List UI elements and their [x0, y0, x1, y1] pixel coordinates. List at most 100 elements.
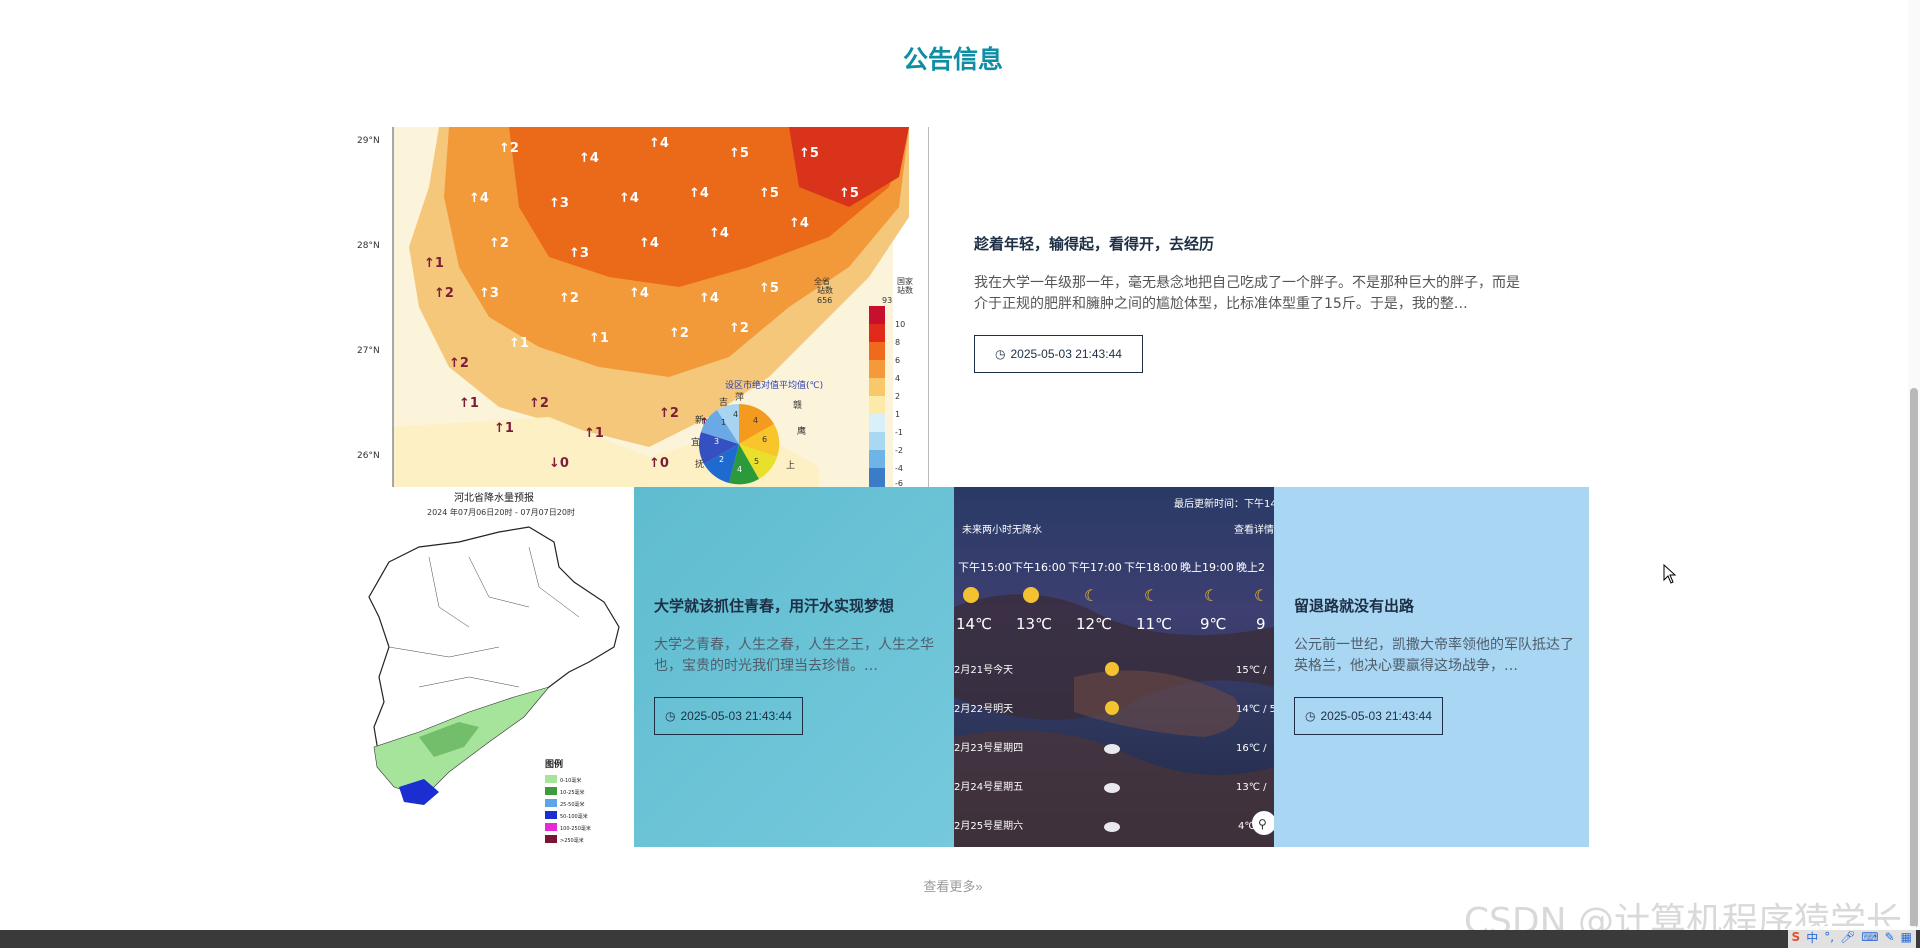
weather-photo-card[interactable]: 最后更新时间：下午14 未来两小时无降水 查看详情 下午15:00 下午16:0…	[954, 487, 1274, 847]
article-date: ◷ 2025-05-03 21:43:44	[1294, 697, 1443, 735]
svg-text:↑5: ↑5	[759, 281, 779, 296]
moon-icon: ☾	[1144, 586, 1158, 605]
svg-text:10-25毫米: 10-25毫米	[560, 789, 585, 796]
svg-text:↑2: ↑2	[449, 356, 469, 371]
precip-legend: 0-10毫米 10-25毫米 25-50毫米 50-100毫米 100-250毫…	[545, 775, 591, 844]
featured-image-temperature-map[interactable]: 29°N 28°N 27°N 26°N ↑2 ↑4 ↑4 ↑5 ↑5 ↑4 ↑3 ↑4 ↑4 ↑…	[349, 127, 929, 487]
svg-text:↑4: ↑4	[619, 191, 639, 206]
svg-text:↑4: ↑4	[689, 186, 709, 201]
city-label: 赣	[793, 399, 802, 411]
location-icon: ⚲	[1258, 817, 1267, 831]
lat-label: 28°N	[357, 241, 380, 251]
pie-value: 2	[719, 455, 724, 464]
svg-text:50-100毫米: 50-100毫米	[560, 813, 588, 820]
clock-icon: ◷	[1305, 709, 1316, 723]
svg-text:↑2: ↑2	[729, 321, 749, 336]
svg-text:↑5: ↑5	[839, 186, 859, 201]
svg-text:国家: 国家	[897, 276, 913, 286]
svg-text:↑1: ↑1	[459, 396, 479, 411]
weather-day: 2月23号星期四	[954, 742, 1023, 754]
city-label: 宜	[691, 436, 700, 448]
article-date: ◷ 2025-05-03 21:43:44	[974, 335, 1143, 373]
svg-text:站数: 站数	[897, 285, 913, 295]
svg-text:100-250毫米: 100-250毫米	[560, 825, 591, 832]
svg-text:>250毫米: >250毫米	[560, 837, 584, 844]
pie-value: 6	[762, 435, 767, 444]
weather-hour: 晚上19:00	[1180, 561, 1234, 574]
article-title[interactable]: 趁着年轻，输得起，看得开，去经历	[974, 233, 1529, 255]
svg-text:↑4: ↑4	[469, 191, 489, 206]
weather-temp: 13℃	[1016, 615, 1052, 633]
legend-scale: 6	[895, 356, 900, 365]
article-title[interactable]: 大学就该抓住青春，用汗水实现梦想	[654, 595, 939, 617]
svg-text:↑2: ↑2	[489, 236, 509, 251]
weather-rain-label: 未来两小时无降水	[962, 523, 1042, 536]
article-card[interactable]: 留退路就没有出路 公元前一世纪，凯撒大帝率领他的军队抵达了英格兰，他决心要赢得这…	[1274, 487, 1589, 847]
weather-hour: 下午18:00	[1124, 561, 1178, 574]
clock-icon: ◷	[665, 709, 676, 723]
ime-mode-label[interactable]: 中	[1806, 929, 1818, 946]
svg-text:↑5: ↑5	[759, 186, 779, 201]
weather-hour: 下午15:00	[958, 561, 1012, 574]
pie-value: 4	[737, 465, 742, 474]
lat-label: 29°N	[357, 136, 380, 146]
precipitation-map: 河北省降水量预报 2024 年07月06日20时 - 07月07日20时 图例 …	[368, 491, 620, 844]
featured-article[interactable]: 趁着年轻，输得起，看得开，去经历 我在大学一年级那一年，毫无悬念地把自己吃成了一…	[929, 127, 1589, 487]
svg-text:↑4: ↑4	[639, 236, 659, 251]
article-date-text: 2025-05-03 21:43:44	[680, 709, 792, 723]
precipitation-map-card[interactable]: 河北省降水量预报 2024 年07月06日20时 - 07月07日20时 图例 …	[349, 487, 634, 847]
grid-icon[interactable]: ▦	[1901, 930, 1912, 944]
svg-text:25-50毫米: 25-50毫米	[560, 801, 585, 808]
svg-text:↑0: ↑0	[649, 456, 669, 471]
skin-icon[interactable]: ✎	[1885, 930, 1895, 944]
svg-text:↑1: ↑1	[494, 421, 514, 436]
lat-label: 26°N	[357, 451, 380, 461]
weather-day: 2月21号今天	[954, 663, 1013, 676]
article-title[interactable]: 留退路就没有出路	[1294, 595, 1579, 617]
moon-icon: ☾	[1254, 586, 1268, 605]
taskbar	[0, 930, 1920, 948]
weather-day: 2月24号星期五	[954, 781, 1023, 793]
scrollbar-thumb[interactable]	[1910, 388, 1918, 928]
legend-scale: -6	[895, 479, 903, 487]
weather-photo: 最后更新时间：下午14 未来两小时无降水 查看详情 下午15:00 下午16:0…	[954, 497, 1274, 847]
article-card[interactable]: 大学就该抓住青春，用汗水实现梦想 大学之青春，人生之春，人生之王，人生之华也，宝…	[634, 487, 954, 847]
punctuation-icon[interactable]: °,	[1824, 930, 1834, 944]
pie-value: 3	[714, 437, 719, 446]
weather-day: 2月25号星期六	[954, 820, 1023, 832]
city-label: 新	[695, 414, 704, 426]
pie-value: 5	[754, 457, 759, 466]
scrollbar-track[interactable]	[1908, 0, 1920, 930]
article-date-text: 2025-05-03 21:43:44	[1010, 347, 1122, 361]
microphone-icon[interactable]: 🎤︎	[1840, 930, 1855, 944]
svg-text:↑2: ↑2	[434, 286, 454, 301]
svg-text:↑2: ↑2	[529, 396, 549, 411]
keyboard-icon[interactable]: ⌨	[1861, 930, 1878, 944]
sogou-icon[interactable]: S	[1792, 930, 1801, 944]
article-excerpt: 公元前一世纪，凯撒大帝率领他的军队抵达了英格兰，他决心要赢得这场战争，…	[1294, 637, 1574, 674]
svg-text:↑3: ↑3	[479, 286, 499, 301]
svg-text:↑4: ↑4	[699, 291, 719, 306]
city-pie-chart: 4 6 5 4 2 3 1 4	[698, 403, 780, 485]
svg-text:↑2: ↑2	[659, 406, 679, 421]
pie-title: 设区市绝对值平均值(℃)	[725, 379, 823, 391]
legend-scale: -4	[895, 464, 903, 473]
svg-text:↑4: ↑4	[649, 136, 669, 151]
svg-text:↑2: ↑2	[559, 291, 579, 306]
legend-scale: 10	[895, 320, 905, 329]
legend-scale: -2	[895, 446, 903, 455]
weather-hour: 下午17:00	[1068, 561, 1122, 574]
temperature-map: 29°N 28°N 27°N 26°N ↑2 ↑4 ↑4 ↑5 ↑5 ↑4 ↑3 ↑4 ↑4 ↑…	[349, 127, 929, 487]
city-label: 吉	[719, 397, 728, 408]
map-title: 河北省降水量预报	[454, 491, 534, 504]
weather-day-temp: 16℃ /	[1236, 743, 1267, 754]
svg-text:↑5: ↑5	[729, 146, 749, 161]
section-title: 公告信息	[902, 45, 1003, 74]
mouse-cursor-icon	[1663, 564, 1677, 584]
article-date-text: 2025-05-03 21:43:44	[1320, 709, 1432, 723]
svg-text:↑1: ↑1	[589, 331, 609, 346]
moon-icon: ☾	[1084, 586, 1098, 605]
legend-title: 图例	[545, 758, 563, 770]
ime-toolbar[interactable]: S 中 °, 🎤︎ ⌨ ✎ ▦	[1787, 926, 1916, 948]
legend-count: 93	[882, 296, 892, 305]
